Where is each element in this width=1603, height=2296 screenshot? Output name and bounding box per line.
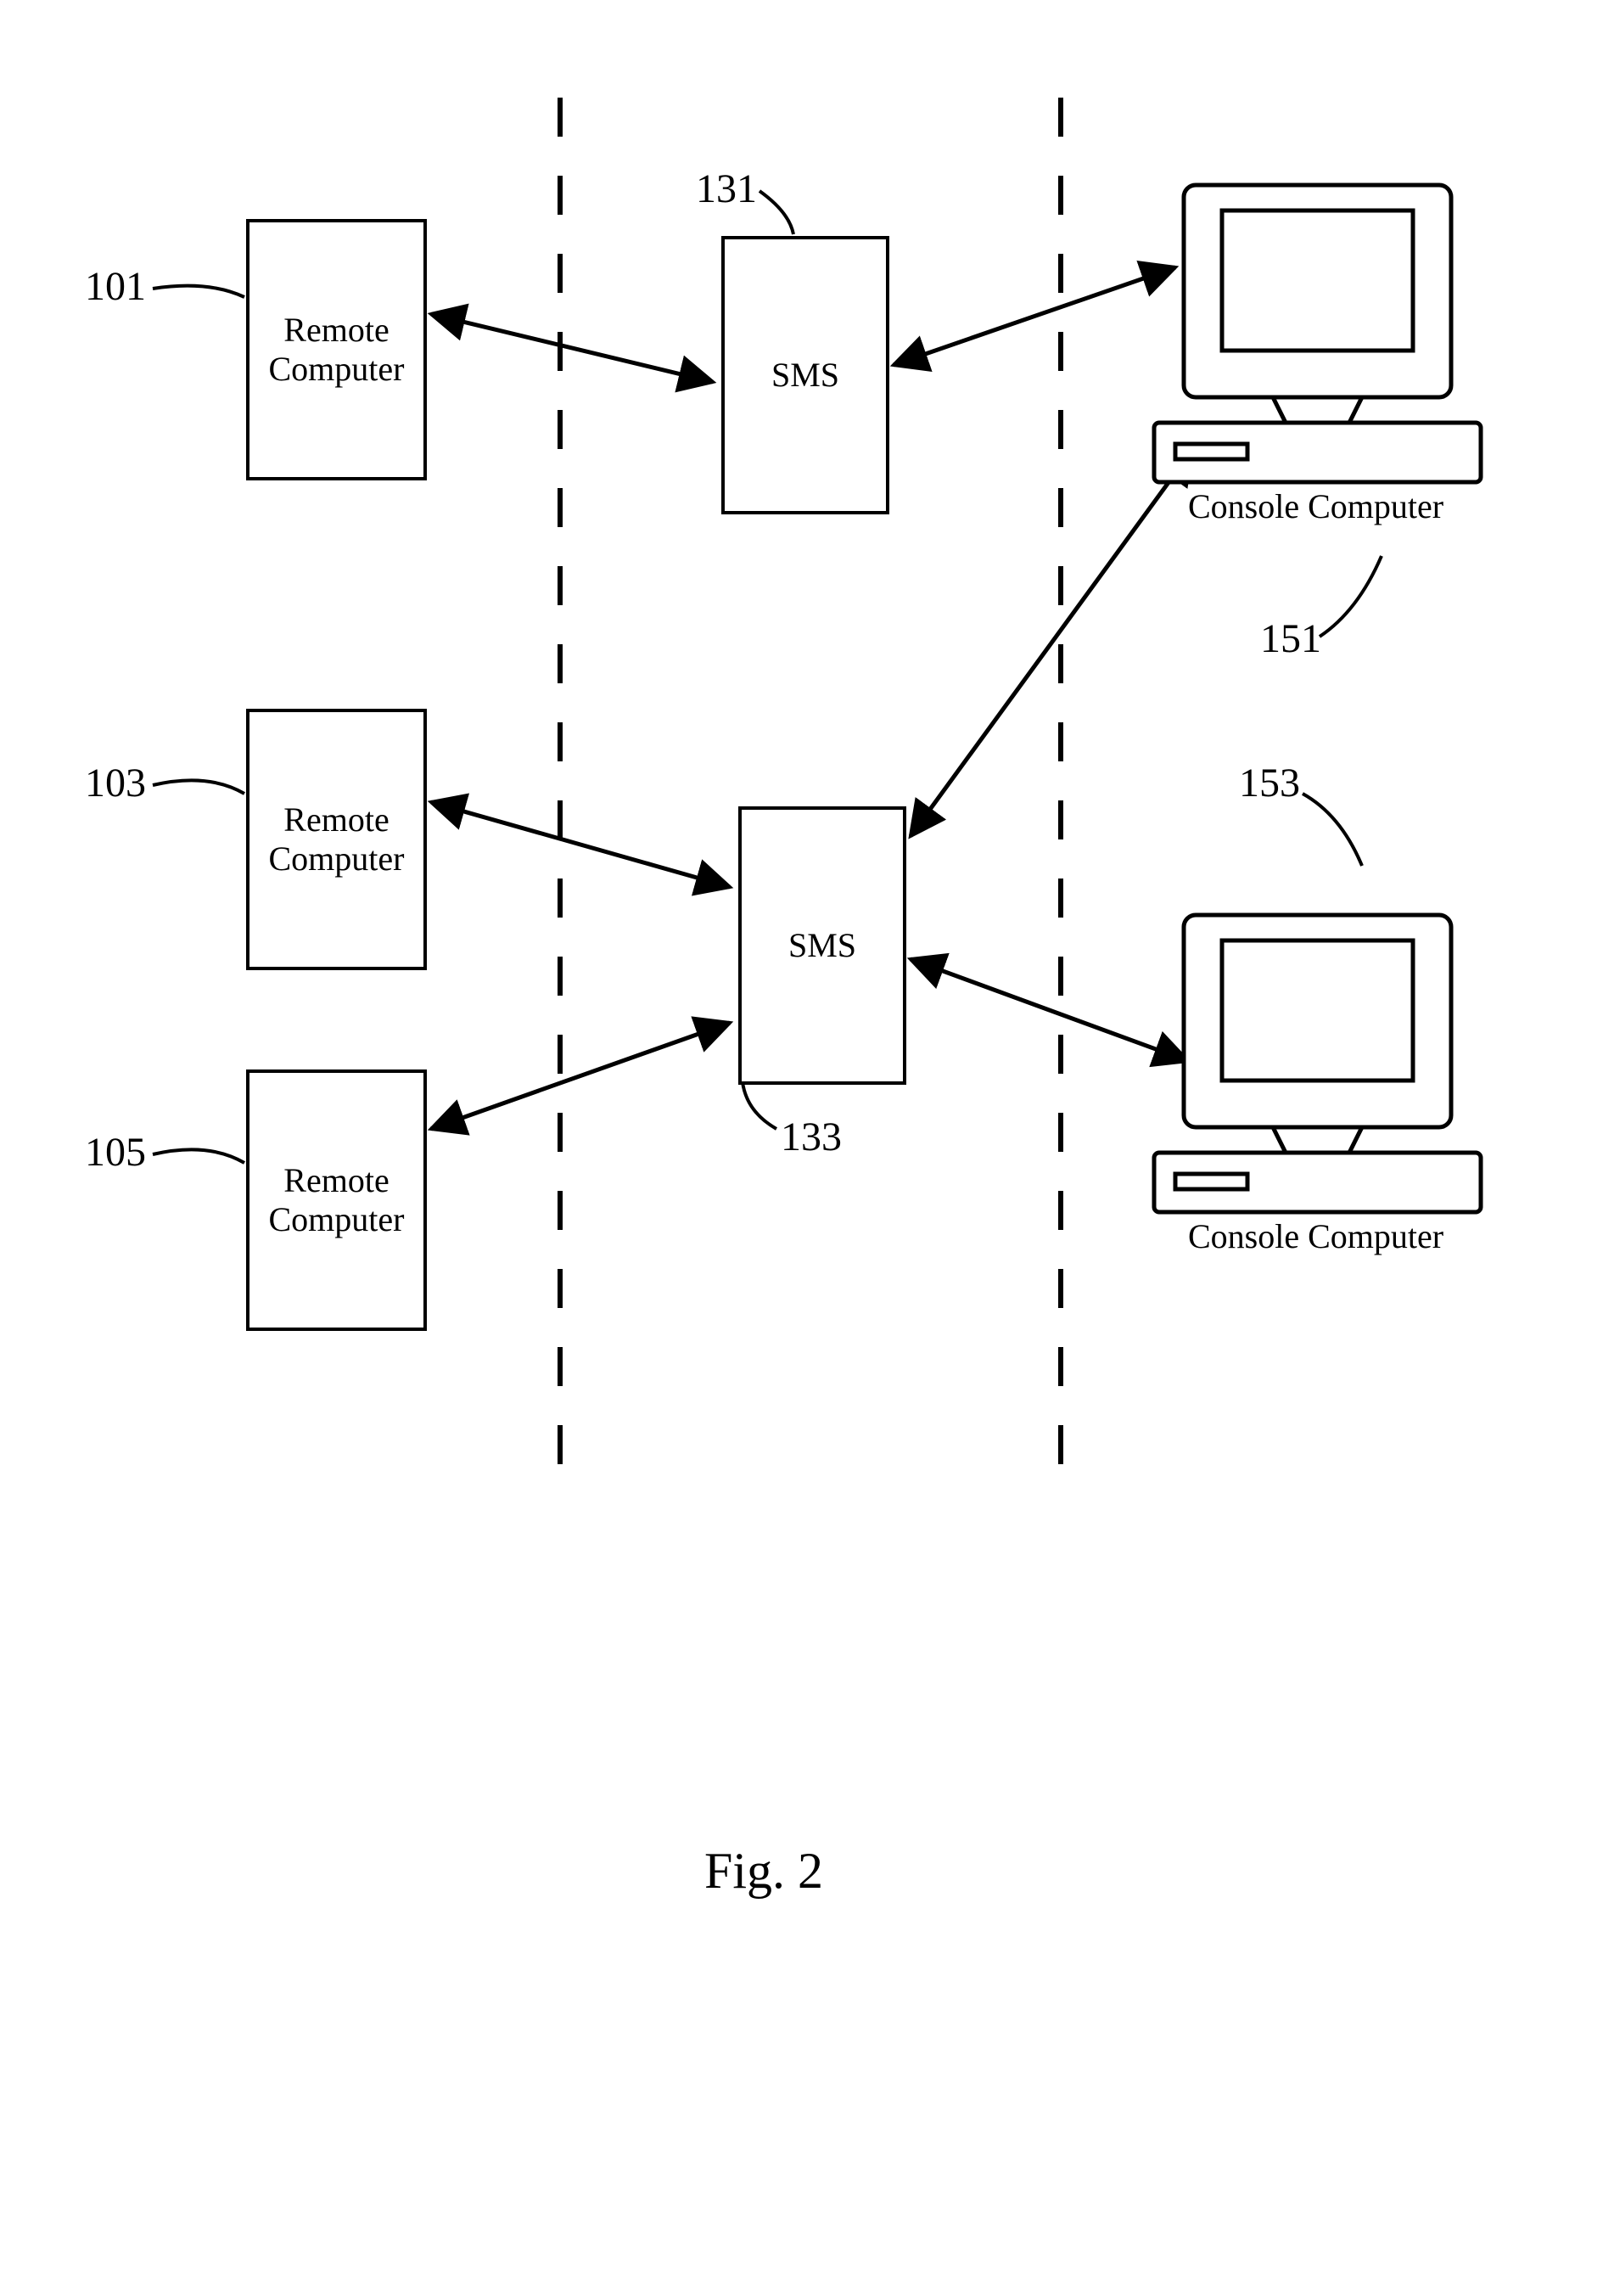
node-sms-2: SMS — [738, 806, 906, 1085]
ref-label-153: 153 — [1239, 760, 1300, 806]
node-sms-1: SMS — [721, 236, 889, 514]
ref-label-131: 131 — [696, 166, 757, 212]
node-label: RemoteComputer — [269, 311, 405, 389]
ref-label-133: 133 — [781, 1114, 842, 1160]
ref-label-101: 101 — [85, 263, 146, 310]
figure-caption: Fig. 2 — [704, 1842, 823, 1900]
node-remote-computer-2: RemoteComputer — [246, 709, 427, 970]
node-label: RemoteComputer — [269, 800, 405, 879]
node-remote-computer-1: RemoteComputer — [246, 219, 427, 480]
diagram-canvas: RemoteComputer 101 RemoteComputer 103 Re… — [0, 0, 1603, 2296]
ref-label-103: 103 — [85, 760, 146, 806]
node-label: SMS — [788, 926, 856, 965]
node-label: SMS — [771, 356, 839, 395]
console-computer-1-icon — [1154, 185, 1481, 482]
node-label: RemoteComputer — [269, 1161, 405, 1239]
console-computer-1-label: Console Computer — [1188, 486, 1443, 526]
ref-label-151: 151 — [1260, 615, 1321, 662]
console-computer-2-icon — [1154, 915, 1481, 1212]
node-remote-computer-3: RemoteComputer — [246, 1069, 427, 1331]
console-computer-2-label: Console Computer — [1188, 1216, 1443, 1256]
ref-label-105: 105 — [85, 1129, 146, 1176]
